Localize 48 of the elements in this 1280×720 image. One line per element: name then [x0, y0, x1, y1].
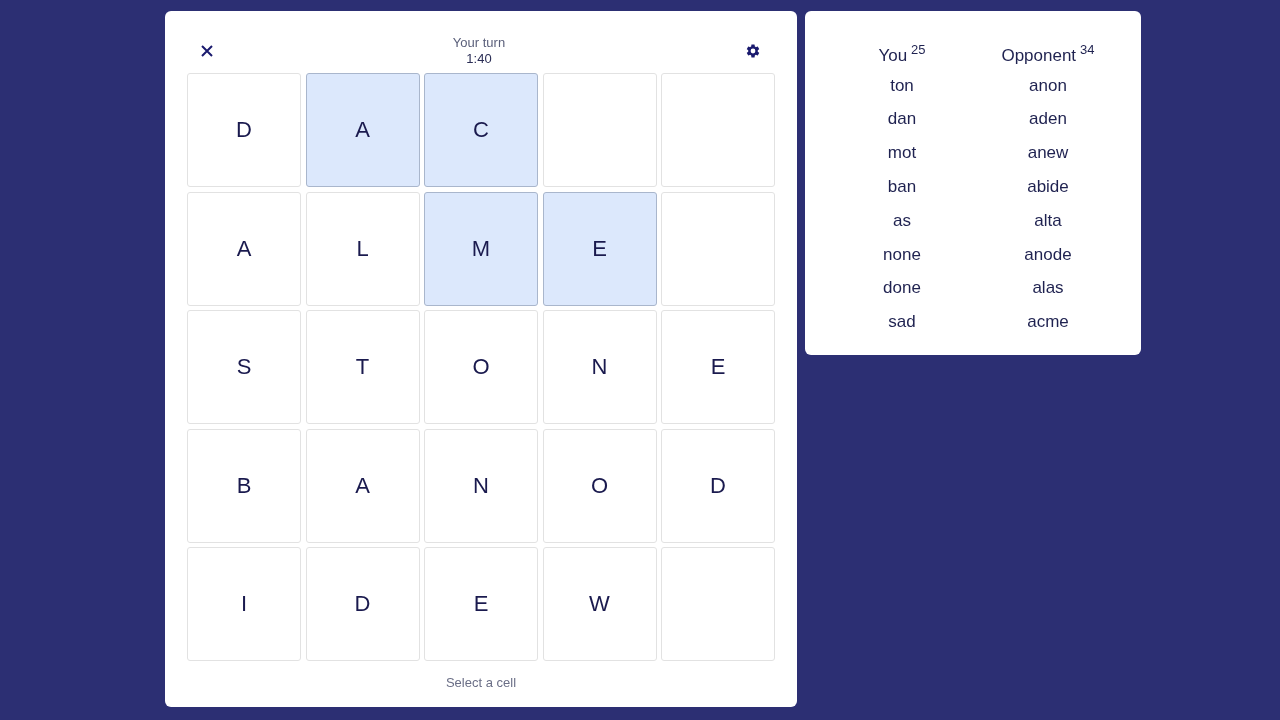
letter-tile[interactable]: O [424, 310, 538, 424]
letter-tile[interactable] [661, 547, 775, 661]
hint-text: Select a cell [445, 675, 517, 690]
close-icon [201, 45, 213, 57]
letter-tile[interactable]: A [305, 428, 420, 543]
letter-tile[interactable]: A [305, 73, 420, 187]
found-word: mot [887, 142, 917, 165]
found-word: abide [1027, 176, 1069, 199]
letter-tile[interactable]: B [187, 428, 301, 543]
found-word: alas [1032, 277, 1064, 300]
letter-tile[interactable] [542, 73, 657, 187]
letter-tile[interactable]: L [305, 191, 420, 306]
turn-timer: 1:40 [466, 51, 492, 67]
letter-tile[interactable]: C [424, 73, 538, 187]
letter-tile[interactable]: N [424, 428, 538, 543]
letter-tile[interactable] [661, 73, 775, 187]
letter-tile[interactable]: D [661, 428, 775, 543]
letter-tile[interactable]: S [187, 310, 301, 424]
found-word: ton [890, 74, 914, 97]
found-word: acme [1027, 311, 1069, 334]
turn-status: Your turn [452, 35, 506, 51]
found-word: anew [1027, 142, 1069, 165]
letter-tile[interactable]: M [424, 191, 538, 306]
settings-icon [745, 43, 761, 59]
found-word: alta [1034, 209, 1062, 232]
found-word: done [883, 277, 921, 300]
letter-tile[interactable]: O [542, 428, 657, 543]
found-word: none [883, 243, 921, 266]
found-word: anode [1024, 243, 1072, 266]
letter-tile[interactable] [661, 191, 775, 306]
letter-tile[interactable]: E [424, 547, 538, 661]
player-score-heading: You $^{25}$ [878, 41, 926, 67]
found-word: aden [1029, 108, 1067, 131]
letter-tile[interactable]: T [305, 310, 420, 424]
found-word: ban [887, 176, 917, 199]
found-word: sad [888, 311, 916, 334]
letter-tile[interactable]: D [305, 547, 420, 661]
found-word: anon [1029, 74, 1067, 97]
found-word: as [893, 209, 911, 232]
letter-tile[interactable]: D [187, 73, 301, 187]
letter-tile[interactable]: I [187, 547, 301, 661]
letter-tile[interactable]: N [542, 310, 657, 424]
letter-tile[interactable]: W [542, 547, 657, 661]
found-word: dan [887, 108, 917, 131]
letter-tile[interactable]: E [542, 191, 657, 306]
player-score-heading: Opponent $^{34}$ [1001, 41, 1095, 67]
letter-tile[interactable]: E [661, 310, 775, 424]
letter-tile[interactable]: A [187, 191, 301, 306]
